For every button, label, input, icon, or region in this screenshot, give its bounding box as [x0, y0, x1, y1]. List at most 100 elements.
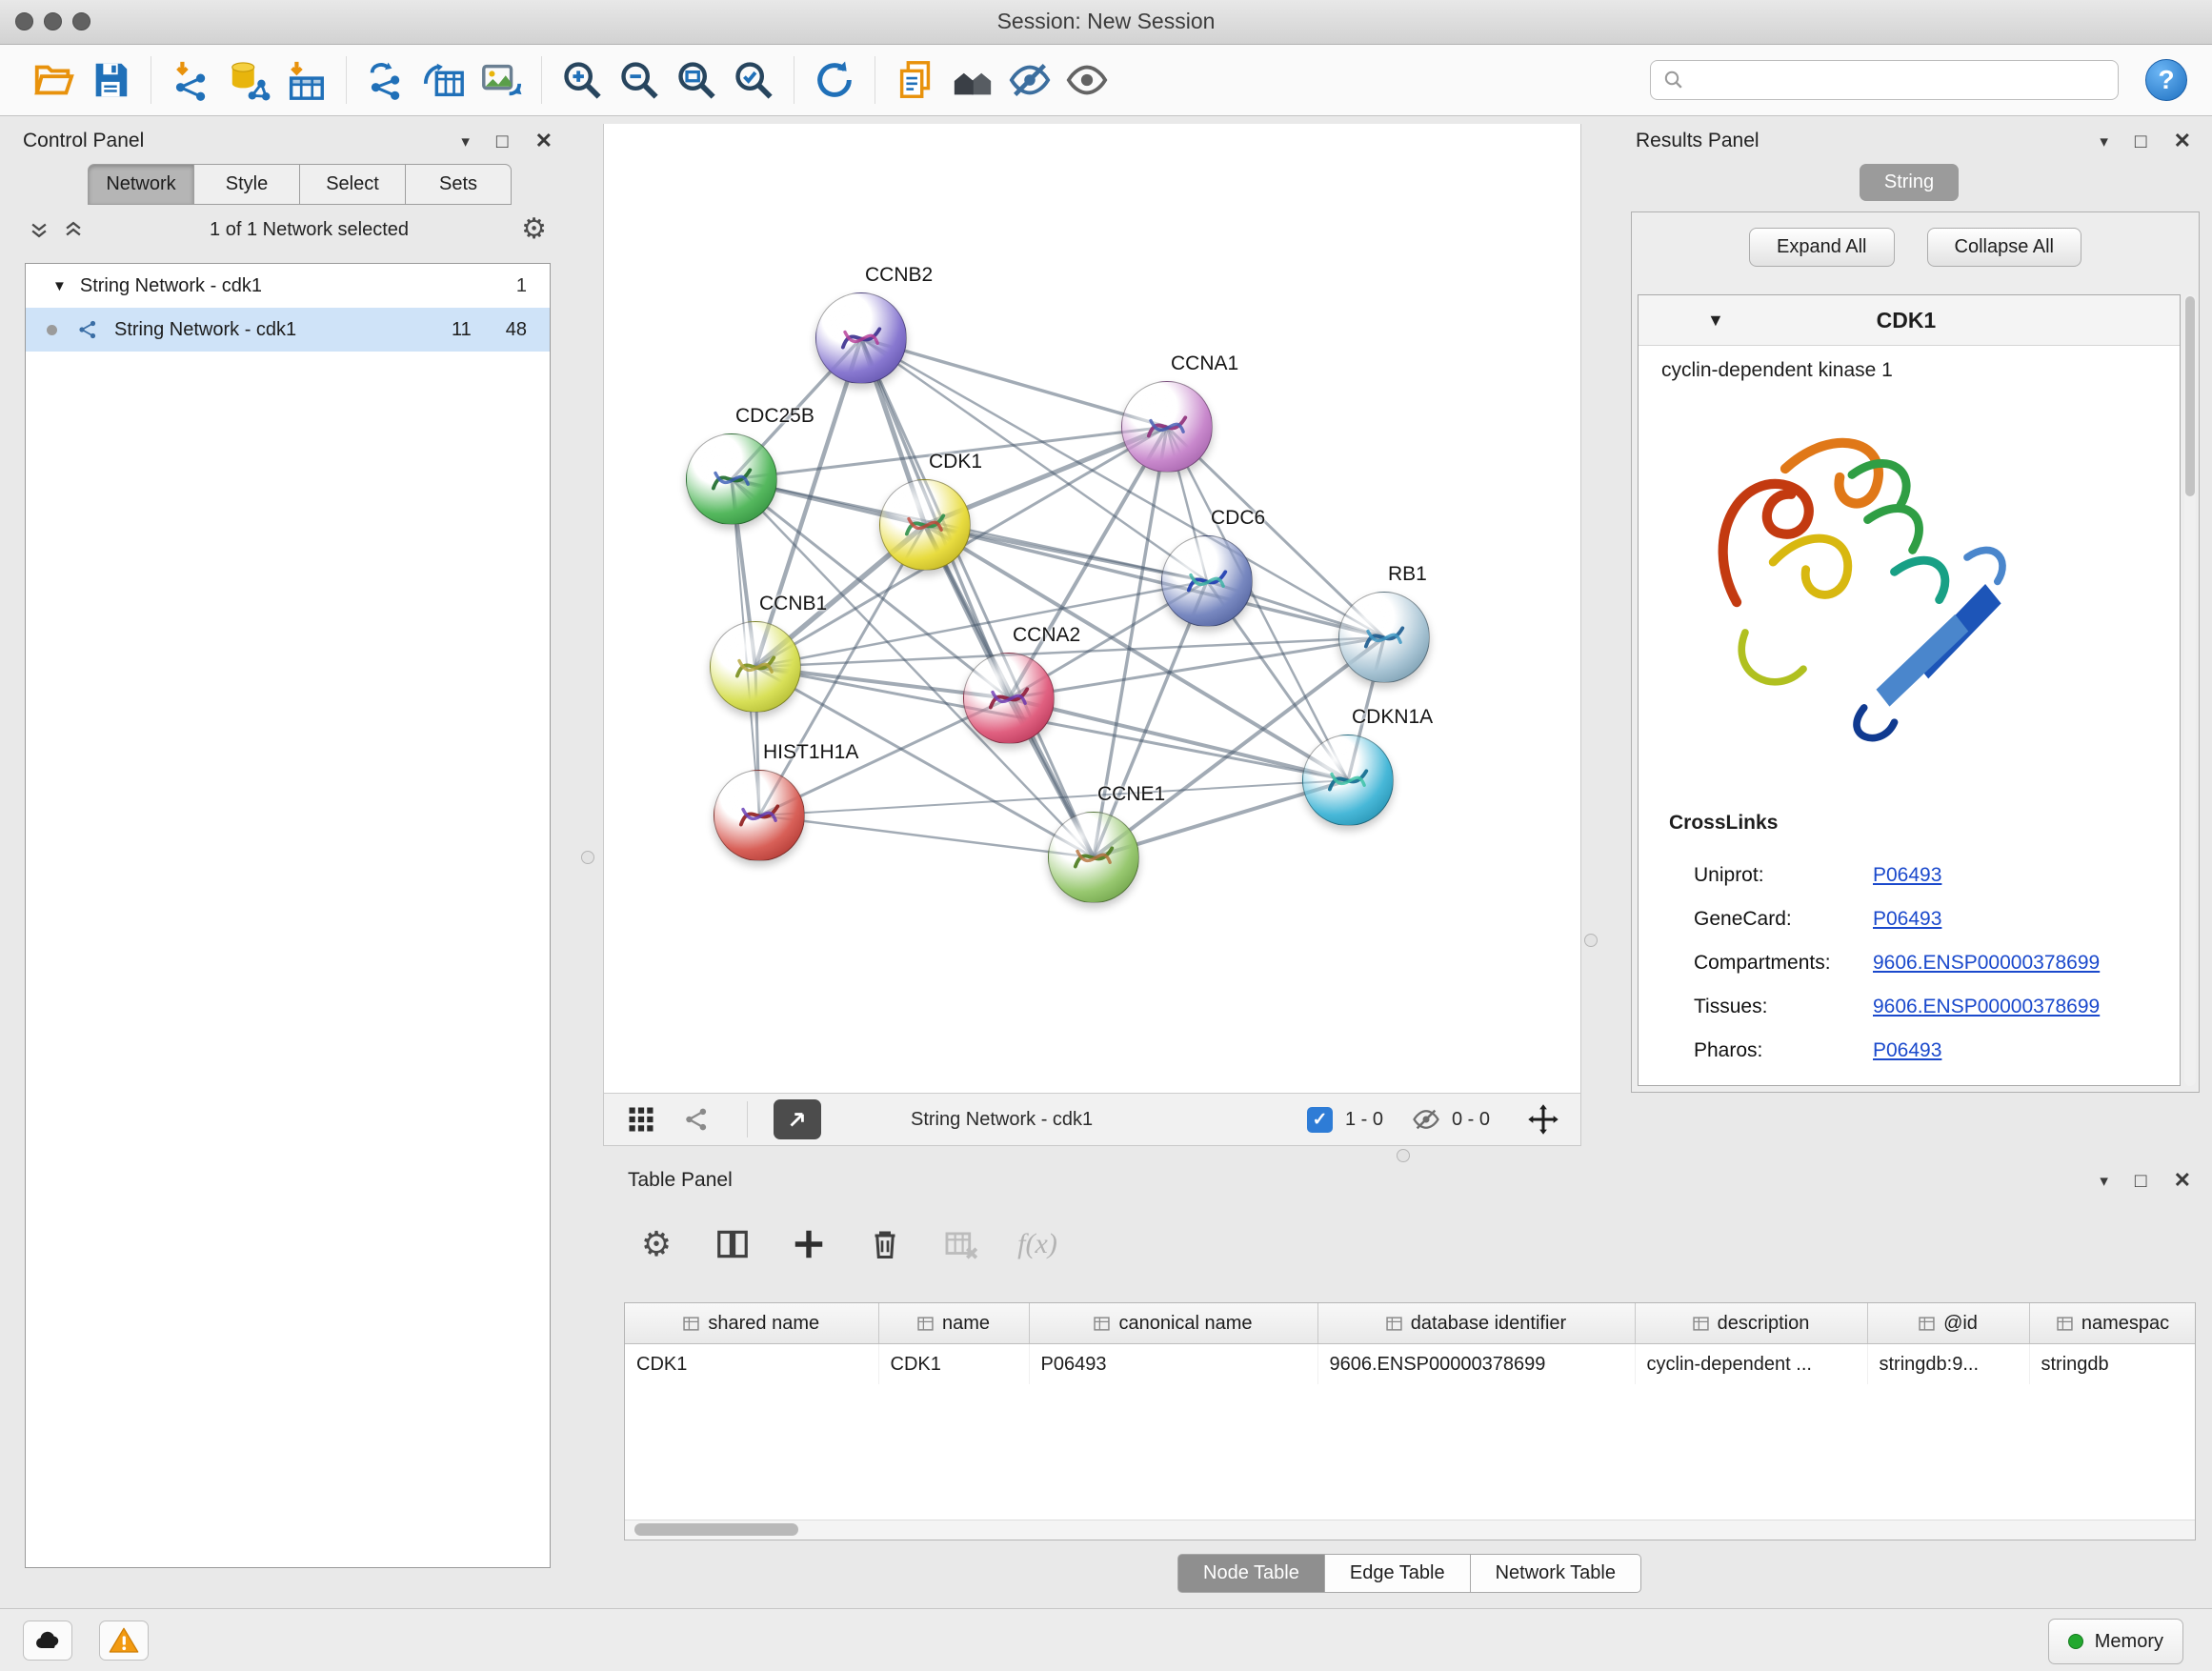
network-canvas[interactable]: CCNB2CCNA1CDC25BCDK1CDC6RB1CCNB1CCNA2CDK…: [603, 124, 1581, 1093]
cloud-status-button[interactable]: [23, 1621, 72, 1661]
cell-id[interactable]: stringdb:9...: [1867, 1344, 2029, 1385]
crosslink-compartments-link[interactable]: 9606.ENSP00000378699: [1873, 952, 2100, 975]
network-node-ccne1[interactable]: [1048, 812, 1139, 903]
cell-database-identifier[interactable]: 9606.ENSP00000378699: [1317, 1344, 1635, 1385]
network-share-icon[interactable]: [682, 1094, 711, 1145]
clone-network-icon[interactable]: [358, 51, 415, 109]
results-scrollbar[interactable]: [2184, 294, 2196, 1086]
network-node-cdc6[interactable]: [1161, 535, 1253, 627]
splitter-handle[interactable]: [1584, 934, 1598, 947]
delete-column-trash-icon[interactable]: [864, 1223, 906, 1265]
cell-shared-name[interactable]: CDK1: [625, 1344, 878, 1385]
search-input[interactable]: [1693, 69, 2106, 92]
panel-close-icon[interactable]: ✕: [2174, 1170, 2191, 1191]
panel-menu-caret-icon[interactable]: ▾: [461, 133, 470, 150]
zoom-selected-icon[interactable]: [725, 51, 782, 109]
open-in-new-window-button[interactable]: [774, 1099, 821, 1139]
crosslink-genecard-link[interactable]: P06493: [1873, 908, 1941, 931]
import-network-file-icon[interactable]: [163, 51, 220, 109]
import-network-database-icon[interactable]: [220, 51, 277, 109]
table-horizontal-scrollbar[interactable]: [625, 1520, 2195, 1540]
warning-icon[interactable]: [99, 1621, 149, 1661]
cell-description[interactable]: cyclin-dependent ...: [1635, 1344, 1867, 1385]
network-node-cdkn1a[interactable]: [1302, 735, 1394, 826]
show-columns-icon[interactable]: [712, 1223, 754, 1265]
tree-expand-caret-icon[interactable]: ▼: [52, 278, 67, 294]
network-node-hist1h1a[interactable]: [714, 770, 805, 861]
panel-menu-caret-icon[interactable]: ▾: [2100, 133, 2108, 150]
crosslink-pharos-link[interactable]: P06493: [1873, 1039, 1941, 1062]
hidden-eye-icon[interactable]: [1412, 1094, 1440, 1145]
zoom-in-icon[interactable]: [553, 51, 611, 109]
control-panel-tabs: Network Style Select Sets: [88, 164, 564, 205]
save-session-icon[interactable]: [82, 51, 139, 109]
network-collection-row[interactable]: ▼ String Network - cdk1 1: [26, 264, 550, 308]
import-table-file-icon[interactable]: [277, 51, 334, 109]
table-settings-gear-icon[interactable]: ⚙: [635, 1223, 677, 1265]
search-field[interactable]: [1650, 60, 2119, 100]
network-node-ccna2[interactable]: [963, 653, 1055, 744]
add-column-icon[interactable]: [788, 1223, 830, 1265]
tab-node-table[interactable]: Node Table: [1177, 1554, 1325, 1593]
splitter-handle[interactable]: [581, 851, 594, 864]
open-session-icon[interactable]: [25, 51, 82, 109]
export-image-icon[interactable]: [473, 51, 530, 109]
memory-button[interactable]: Memory: [2048, 1619, 2183, 1664]
cell-canonical-name[interactable]: P06493: [1029, 1344, 1317, 1385]
birdseye-grid-icon[interactable]: [627, 1094, 655, 1145]
tab-sets[interactable]: Sets: [406, 164, 512, 205]
network-node-rb1[interactable]: [1338, 592, 1430, 683]
column-header-id[interactable]: @id: [1867, 1303, 2029, 1344]
help-button[interactable]: ?: [2145, 59, 2187, 101]
pan-move-icon[interactable]: [1526, 1094, 1560, 1145]
tab-style[interactable]: Style: [194, 164, 300, 205]
network-node-cdk1[interactable]: [879, 479, 971, 571]
table-row[interactable]: CDK1 CDK1 P06493 9606.ENSP00000378699 cy…: [625, 1344, 2196, 1385]
column-header-namespace[interactable]: namespac: [2029, 1303, 2196, 1344]
panel-float-icon[interactable]: □: [2135, 131, 2147, 151]
results-tab-string[interactable]: String: [1860, 164, 1959, 201]
panel-close-icon[interactable]: ✕: [2174, 131, 2191, 151]
panel-float-icon[interactable]: □: [2135, 1171, 2147, 1191]
column-header-canonical-name[interactable]: canonical name: [1029, 1303, 1317, 1344]
network-table-icon[interactable]: [415, 51, 473, 109]
network-node-ccnb2[interactable]: [815, 292, 907, 384]
expand-all-button[interactable]: Expand All: [1749, 228, 1895, 267]
refresh-icon[interactable]: [806, 51, 863, 109]
network-node-cdc25b[interactable]: [686, 433, 777, 525]
cell-name[interactable]: CDK1: [878, 1344, 1029, 1385]
collapse-all-button[interactable]: Collapse All: [1927, 228, 2082, 267]
home-panels-icon[interactable]: [944, 51, 1001, 109]
splitter-handle[interactable]: [1397, 1149, 1410, 1162]
selected-checkbox-icon[interactable]: ✓: [1307, 1107, 1333, 1133]
network-node-ccna1[interactable]: [1121, 381, 1213, 473]
zoom-fit-icon[interactable]: [668, 51, 725, 109]
crosslink-tissues-link[interactable]: 9606.ENSP00000378699: [1873, 996, 2100, 1018]
tab-network-table[interactable]: Network Table: [1471, 1554, 1641, 1593]
section-collapse-caret-icon[interactable]: ▼: [1707, 311, 1724, 331]
column-header-description[interactable]: description: [1635, 1303, 1867, 1344]
network-row-selected[interactable]: String Network - cdk1 11 48: [26, 308, 550, 352]
column-header-name[interactable]: name: [878, 1303, 1029, 1344]
node-label: CCNA2: [1013, 624, 1080, 647]
panel-close-icon[interactable]: ✕: [535, 131, 553, 151]
zoom-out-icon[interactable]: [611, 51, 668, 109]
tab-edge-table[interactable]: Edge Table: [1325, 1554, 1471, 1593]
expand-all-networks-icon[interactable]: [29, 219, 50, 240]
column-header-database-identifier[interactable]: database identifier: [1317, 1303, 1635, 1344]
cell-namespace[interactable]: stringdb: [2029, 1344, 2196, 1385]
show-details-eye-icon[interactable]: [1058, 51, 1116, 109]
string-results-box: Expand All Collapse All ▼ CDK1 cyclin-de…: [1631, 211, 2200, 1093]
crosslink-uniprot-link[interactable]: P06493: [1873, 864, 1941, 887]
tab-select[interactable]: Select: [300, 164, 406, 205]
copy-document-icon[interactable]: [887, 51, 944, 109]
network-options-gear-icon[interactable]: ⚙: [521, 215, 547, 244]
tab-network[interactable]: Network: [88, 164, 194, 205]
gene-section-header[interactable]: ▼ CDK1: [1639, 295, 2180, 346]
hide-details-icon[interactable]: [1001, 51, 1058, 109]
panel-menu-caret-icon[interactable]: ▾: [2100, 1173, 2108, 1189]
network-node-ccnb1[interactable]: [710, 621, 801, 713]
column-header-shared-name[interactable]: shared name: [625, 1303, 878, 1344]
panel-float-icon[interactable]: □: [496, 131, 509, 151]
collapse-all-networks-icon[interactable]: [63, 219, 84, 240]
